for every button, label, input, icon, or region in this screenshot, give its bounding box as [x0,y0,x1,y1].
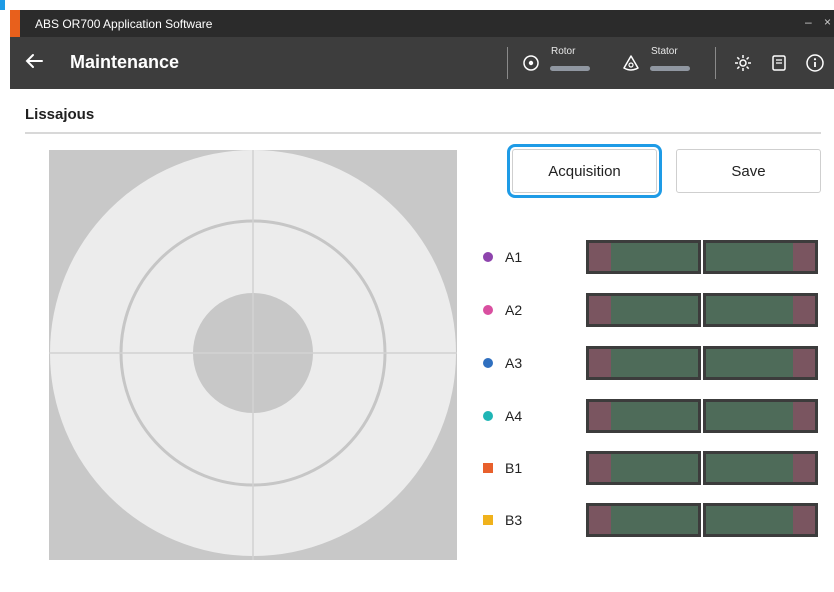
channel-label: A1 [505,249,523,265]
channel-level-bar-left [586,346,701,380]
channel-label: B3 [505,512,523,528]
channel-level-bar-right [703,451,818,485]
header-divider [715,47,716,79]
channel-color-dot [483,305,493,315]
channel-label: B1 [505,460,523,476]
channel-level-bar-left [586,293,701,327]
window-titlebar: ABS OR700 Application Software – × [10,10,834,37]
channel-row-a3: A3 [483,346,821,380]
manual-icon[interactable] [769,53,789,73]
channel-row-a2: A2 [483,293,821,327]
section-title: Lissajous [25,106,95,123]
rotor-id-redacted [550,66,590,71]
header-divider [507,47,508,79]
save-button[interactable]: Save [676,149,821,193]
stator-label: Stator [651,46,678,57]
lissajous-target [49,150,457,560]
channel-level-bar-right [703,293,818,327]
channel-level-bar-right [703,346,818,380]
section-divider [25,132,821,134]
close-button[interactable]: × [824,15,831,29]
back-arrow-icon[interactable] [23,50,45,72]
channel-row-b1: B1 [483,451,821,485]
rotor-icon [523,55,539,71]
settings-icon[interactable] [733,53,753,73]
channel-level-bar-right [703,399,818,433]
channel-label: A3 [505,355,523,371]
info-icon[interactable] [805,53,825,73]
stator-icon [623,55,639,71]
lissajous-plot [49,150,457,560]
selection-corner [0,0,5,10]
channel-level-bar-right [703,240,818,274]
channel-color-dot [483,252,493,262]
channel-level-bar-left [586,503,701,537]
channel-label: A2 [505,302,523,318]
channel-row-b3: B3 [483,503,821,537]
app-header: Maintenance Rotor Stator [10,37,834,89]
rotor-label: Rotor [551,46,576,57]
stator-id-redacted [650,66,690,71]
channel-label: A4 [505,408,523,424]
channel-level-bar-left [586,399,701,433]
channel-level-bar-left [586,240,701,274]
channel-color-square [483,463,493,473]
channel-level-bar-right [703,503,818,537]
acquisition-button[interactable]: Acquisition [507,144,662,198]
window-title: ABS OR700 Application Software [35,17,213,31]
channel-color-dot [483,358,493,368]
channel-level-bar-left [586,451,701,485]
minimize-button[interactable]: – [805,15,812,29]
channel-row-a4: A4 [483,399,821,433]
channel-row-a1: A1 [483,240,821,274]
brand-accent [10,10,20,37]
page-title: Maintenance [70,52,180,72]
channel-color-square [483,515,493,525]
channel-color-dot [483,411,493,421]
